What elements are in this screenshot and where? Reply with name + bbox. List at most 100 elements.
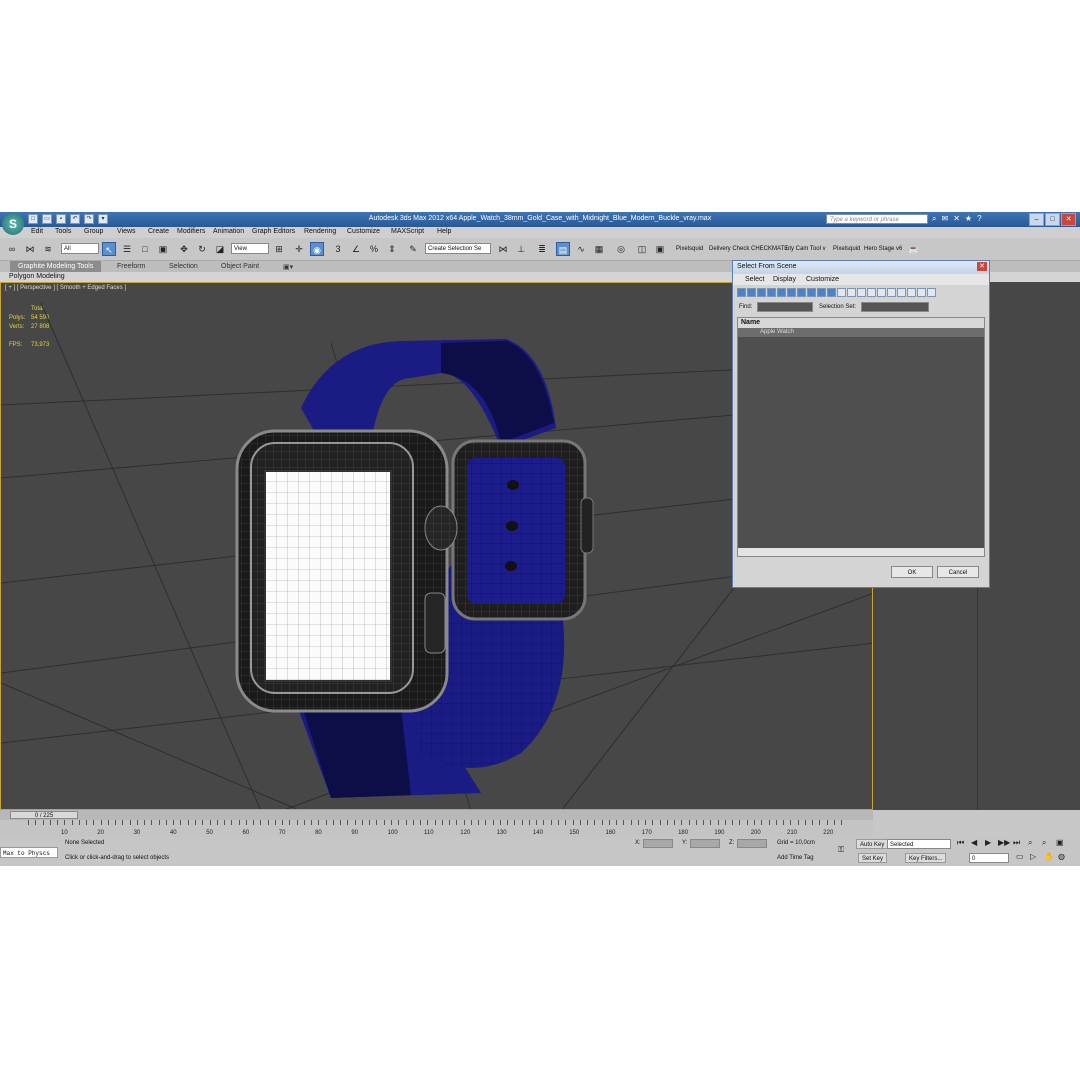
display-groups-icon[interactable] [797, 288, 806, 297]
name-column-header[interactable]: Name [738, 318, 984, 328]
select-manipulate-icon[interactable]: ✛ [292, 242, 306, 256]
display-frozen-icon[interactable] [837, 288, 846, 297]
display-xrefs-icon[interactable] [807, 288, 816, 297]
sync-selection-icon[interactable] [927, 288, 936, 297]
display-geometry-icon[interactable] [737, 288, 746, 297]
scene-object-list[interactable]: Name Apple Watch [737, 317, 985, 557]
display-shapes-icon[interactable] [747, 288, 756, 297]
menu-tools[interactable]: Tools [55, 228, 71, 235]
tab-freeform[interactable]: Freeform [117, 263, 145, 270]
display-lights-icon[interactable] [757, 288, 766, 297]
window-crossing-icon[interactable]: ▣ [156, 242, 170, 256]
list-item[interactable]: Apple Watch [738, 328, 984, 337]
communication-icon[interactable]: ✉ [941, 214, 948, 224]
reference-coordinate-dropdown[interactable]: View [231, 243, 269, 254]
plugin-hero-stage[interactable]: Hero Stage v6 [864, 246, 902, 252]
display-containers-icon[interactable] [827, 288, 836, 297]
zoom-extents-icon[interactable]: ▣ [1056, 838, 1064, 847]
selection-filter-dropdown[interactable]: All [61, 243, 99, 254]
graphite-toggle-icon[interactable]: ▤ [556, 242, 570, 256]
set-key-button[interactable]: Set Key [858, 853, 888, 863]
plugin-delivery-check[interactable]: Delivery Check [709, 246, 749, 252]
align-icon[interactable]: ⊥ [514, 242, 528, 256]
tools-icon[interactable]: ✕ [953, 214, 960, 224]
dialog-menu-select[interactable]: Select [745, 276, 764, 283]
display-hidden-icon[interactable] [847, 288, 856, 297]
app-logo-icon[interactable]: S [2, 213, 24, 235]
close-button[interactable]: ✕ [1061, 213, 1076, 226]
select-all-icon[interactable] [887, 288, 896, 297]
tab-selection[interactable]: Selection [169, 263, 198, 270]
go-to-start-icon[interactable]: ⏮ [957, 838, 964, 848]
display-all-icon[interactable] [857, 288, 866, 297]
render-setup-icon[interactable]: ◫ [635, 242, 649, 256]
display-invert-icon[interactable] [877, 288, 886, 297]
select-rotate-icon[interactable]: ↻ [195, 242, 209, 256]
z-coordinate-field[interactable] [737, 839, 767, 848]
menu-views[interactable]: Views [117, 228, 136, 235]
select-by-name-icon[interactable]: ☰ [120, 242, 134, 256]
maxscript-listener[interactable]: Max to Physcs [0, 847, 58, 858]
bind-space-warp-icon[interactable]: ≋ [41, 242, 55, 256]
menu-customize[interactable]: Customize [347, 228, 380, 235]
time-slider[interactable]: 0 / 225 [0, 810, 873, 820]
tab-object-paint[interactable]: Object Paint [221, 263, 259, 270]
select-object-icon[interactable]: ↖ [102, 242, 116, 256]
plugin-pixelsquid-2[interactable]: Pixelsquid [833, 246, 860, 252]
help-icon[interactable]: ? [977, 214, 981, 224]
menu-edit[interactable]: Edit [31, 228, 43, 235]
current-frame-field[interactable]: 0 [969, 853, 1009, 863]
key-icon[interactable]: ⚿ [838, 845, 844, 855]
link-icon[interactable]: ∞ [5, 242, 19, 256]
orbit-icon[interactable]: ◍ [1058, 852, 1065, 861]
field-of-view-icon[interactable]: ▷ [1030, 852, 1036, 861]
display-helpers-icon[interactable] [777, 288, 786, 297]
go-to-end-icon[interactable]: ⏭ [1013, 838, 1020, 848]
percent-snap-icon[interactable]: % [367, 242, 381, 256]
select-invert-icon[interactable] [907, 288, 916, 297]
pan-icon[interactable]: ✋ [1044, 852, 1054, 861]
search-input[interactable]: Type a keyword or phrase [826, 214, 928, 224]
cancel-button[interactable]: Cancel [937, 566, 979, 578]
display-bones-icon[interactable] [817, 288, 826, 297]
keyboard-shortcut-override-icon[interactable]: ◉ [310, 242, 324, 256]
angle-snap-icon[interactable]: ∠ [349, 242, 363, 256]
zoom-icon[interactable]: ⌕ [1028, 838, 1032, 848]
find-input[interactable] [757, 302, 813, 312]
star-icon[interactable]: ★ [965, 214, 972, 224]
time-slider-thumb[interactable]: 0 / 225 [10, 811, 78, 819]
menu-rendering[interactable]: Rendering [304, 228, 336, 235]
menu-animation[interactable]: Animation [213, 228, 244, 235]
previous-frame-icon[interactable]: ◀ [971, 838, 977, 847]
plugin-pixelsquid[interactable]: Pixelsquid [676, 246, 703, 252]
edit-named-selection-icon[interactable]: ✎ [406, 242, 420, 256]
rectangular-selection-icon[interactable]: □ [138, 242, 152, 256]
y-coordinate-field[interactable] [690, 839, 720, 848]
add-time-tag[interactable]: Add Time Tag [777, 855, 814, 861]
dialog-close-button[interactable]: ✕ [977, 262, 987, 271]
menu-create[interactable]: Create [148, 228, 169, 235]
ribbon-options-icon[interactable]: ▣▾ [283, 263, 293, 271]
spinner-snap-icon[interactable]: ⇕ [385, 242, 399, 256]
menu-group[interactable]: Group [84, 228, 103, 235]
selection-set-dropdown[interactable] [861, 302, 929, 312]
teapot-icon[interactable]: ☕ [907, 242, 921, 256]
render-frame-icon[interactable]: ▣ [653, 242, 667, 256]
x-coordinate-field[interactable] [643, 839, 673, 848]
display-space-warps-icon[interactable] [787, 288, 796, 297]
ok-button[interactable]: OK [891, 566, 933, 578]
menu-modifiers[interactable]: Modifiers [177, 228, 205, 235]
tab-graphite-modeling-tools[interactable]: Graphite Modeling Tools [10, 261, 102, 272]
schematic-view-icon[interactable]: ▦ [592, 242, 606, 256]
menu-help[interactable]: Help [437, 228, 451, 235]
unlink-icon[interactable]: ⋈ [23, 242, 37, 256]
display-none-icon[interactable] [867, 288, 876, 297]
layer-manager-icon[interactable]: ≣ [535, 242, 549, 256]
select-none-icon[interactable] [897, 288, 906, 297]
auto-key-button[interactable]: Auto Key [856, 839, 889, 849]
menu-graph-editors[interactable]: Graph Editors [252, 228, 295, 235]
play-icon[interactable]: ▶ [985, 838, 991, 847]
mirror-icon[interactable]: ⋈ [496, 242, 510, 256]
plugin-cam-tool[interactable]: uty Cam Tool v [786, 246, 826, 252]
named-selection-set-dropdown[interactable]: Create Selection Se [425, 243, 491, 254]
